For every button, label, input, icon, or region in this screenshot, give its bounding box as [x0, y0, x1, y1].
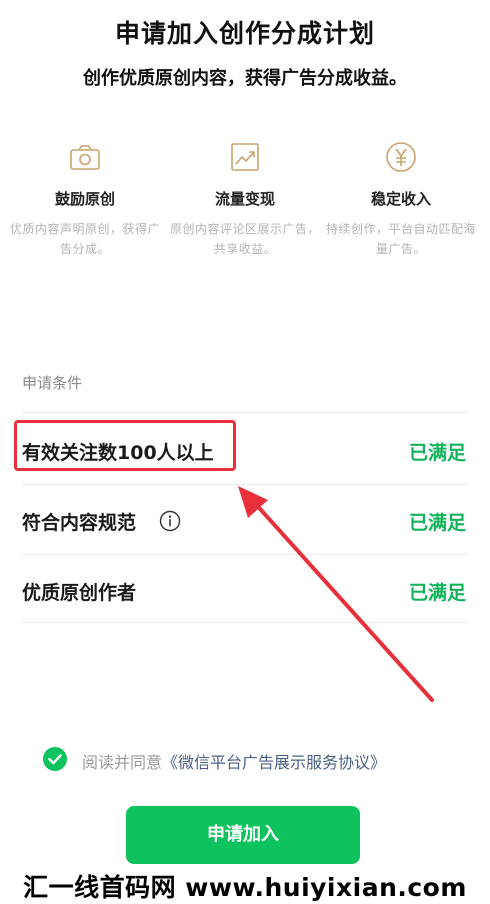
agreement-text: 阅读并同意《微信平台广告展示服务协议》 — [82, 749, 386, 773]
agreement-prefix: 阅读并同意 — [82, 753, 163, 772]
checkmark-circle-icon[interactable] — [42, 746, 68, 772]
watermark-text: 汇一线首码网 www.huiyixian.com — [23, 873, 467, 902]
agreement-link[interactable]: 《微信平台广告展示服务协议》 — [162, 753, 386, 772]
apply-button[interactable]: 申请加入 — [126, 806, 360, 864]
